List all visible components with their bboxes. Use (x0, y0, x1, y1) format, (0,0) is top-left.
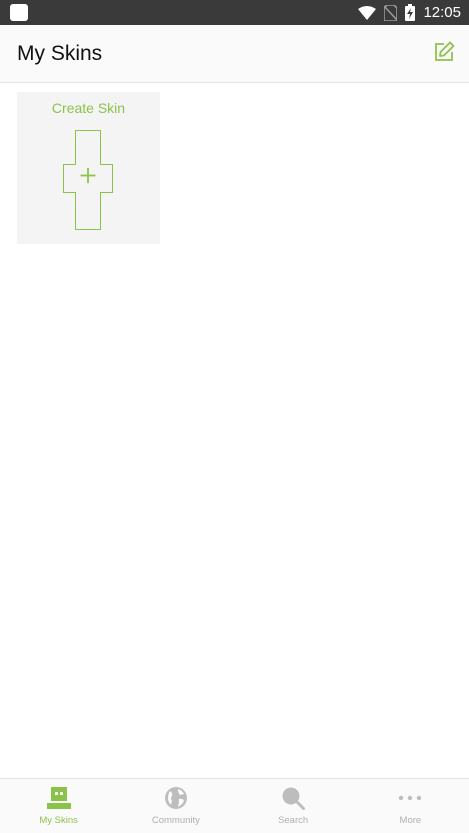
status-bar: 12:05 (0, 0, 469, 25)
no-sim-icon (384, 4, 398, 21)
wifi-icon (358, 5, 377, 20)
nav-label: My Skins (39, 815, 78, 826)
search-icon (281, 786, 306, 810)
nav-item-my-skins[interactable]: My Skins (0, 779, 117, 833)
skins-grid: Create Skin (0, 83, 469, 778)
nav-item-more[interactable]: More (352, 779, 469, 833)
skin-head-icon (46, 786, 72, 810)
edit-icon (433, 41, 455, 68)
app-bar: My Skins (0, 25, 469, 83)
page-title: My Skins (17, 42, 103, 65)
create-skin-label: Create Skin (51, 100, 126, 116)
create-skin-card[interactable]: Create Skin (17, 92, 160, 244)
nav-label: Community (151, 815, 200, 826)
nav-item-community[interactable]: Community (117, 779, 234, 833)
plus-icon (80, 168, 96, 183)
more-dots-icon (398, 786, 422, 810)
nav-label: Search (278, 815, 309, 826)
status-time: 12:05 (423, 4, 461, 21)
globe-icon (164, 786, 188, 810)
nav-label: More (399, 815, 422, 826)
edit-button[interactable] (431, 41, 457, 67)
bottom-navigation: My Skins Community Search More (0, 778, 469, 833)
app-notification-icon (10, 4, 28, 21)
battery-charging-icon (405, 4, 416, 21)
nav-item-search[interactable]: Search (235, 779, 352, 833)
skin-outline-icon (63, 130, 113, 230)
status-icons: 12:05 (358, 0, 461, 25)
